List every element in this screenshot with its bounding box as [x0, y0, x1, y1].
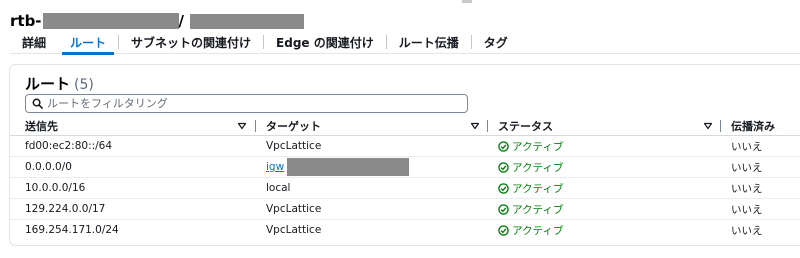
status-cell: アクティブ: [498, 199, 563, 219]
tab-label: 詳細: [22, 35, 47, 50]
status-cell: アクティブ: [498, 157, 563, 177]
redacted-route-table-id: [42, 13, 179, 29]
propagated-cell: いいえ: [731, 224, 763, 237]
propagated-cell: いいえ: [731, 182, 763, 195]
destination-cell: fd00:ec2:80::/64: [25, 140, 113, 152]
page-title: rtb- /: [10, 11, 305, 31]
target-cell: VpcLattice: [266, 224, 322, 236]
status-cell: アクティブ: [498, 136, 563, 156]
status-label: アクティブ: [512, 182, 564, 195]
column-propagated[interactable]: 伝播済み: [731, 117, 775, 135]
title-separator: /: [178, 12, 185, 30]
status-label: アクティブ: [512, 224, 564, 237]
tab-label: ルート伝播: [398, 35, 459, 50]
routes-header: ルート (5): [25, 73, 94, 94]
propagated-cell: いいえ: [731, 140, 763, 153]
tab-label: タグ: [483, 35, 508, 50]
check-circle-icon: [498, 140, 509, 152]
destination-cell: 0.0.0.0/0: [25, 161, 72, 173]
tab-bar: 詳細 ルート サブネットの関連付け Edge の関連付け ルート伝播 タグ: [10, 31, 800, 55]
tab-routes[interactable]: ルート: [58, 31, 118, 55]
column-destination[interactable]: 送信先: [25, 117, 58, 135]
column-header-label: ターゲット: [266, 120, 321, 133]
column-status[interactable]: ステータス: [498, 117, 553, 135]
tab-label: ルート: [70, 35, 107, 50]
search-icon: [32, 98, 43, 109]
internet-gateway-link[interactable]: igw: [266, 161, 284, 173]
tab-label: サブネットの関連付け: [131, 35, 252, 50]
routes-title: ルート: [25, 75, 71, 93]
table-row: fd00:ec2:80::/64 VpcLattice アクティブ いいえ: [10, 136, 800, 157]
column-resizer[interactable]: [487, 120, 488, 132]
table-row: 169.254.171.0/24 VpcLattice アクティブ いいえ: [10, 220, 800, 240]
tab-route-propagation[interactable]: ルート伝播: [387, 31, 471, 53]
route-filter-input[interactable]: [47, 97, 447, 110]
column-target[interactable]: ターゲット: [266, 117, 321, 135]
routes-panel: ルート (5) 送信先 ターゲット ステータス 伝播済み fd00:ec2:80…: [9, 64, 800, 246]
status-label: アクティブ: [512, 140, 564, 153]
column-resizer[interactable]: [255, 120, 256, 132]
destination-cell: 129.224.0.0/17: [25, 203, 106, 215]
status-cell: アクティブ: [498, 178, 563, 198]
table-row: 129.224.0.0/17 VpcLattice アクティブ いいえ: [10, 199, 800, 220]
tab-subnet-associations[interactable]: サブネットの関連付け: [119, 31, 263, 53]
redacted-route-table-name: [190, 13, 305, 29]
sort-down-icon[interactable]: [238, 122, 246, 130]
check-circle-icon: [498, 161, 509, 173]
column-header-label: ステータス: [498, 120, 553, 133]
routes-table-header: 送信先 ターゲット ステータス 伝播済み: [10, 117, 800, 136]
status-label: アクティブ: [512, 161, 564, 174]
column-header-label: 伝播済み: [731, 120, 775, 133]
column-header-label: 送信先: [25, 120, 58, 133]
destination-cell: 10.0.0.0/16: [25, 182, 86, 194]
redacted-gateway-id: [287, 158, 410, 176]
tab-label: Edge の関連付け: [276, 35, 374, 50]
routes-count: (5): [74, 77, 94, 93]
propagated-cell: いいえ: [731, 203, 763, 216]
table-row: 0.0.0.0/0 igw アクティブ いいえ: [10, 157, 800, 178]
target-cell: VpcLattice: [266, 140, 322, 152]
tab-edge-associations[interactable]: Edge の関連付け: [264, 31, 386, 53]
target-cell: VpcLattice: [266, 203, 322, 215]
sort-down-icon[interactable]: [471, 122, 479, 130]
table-row: 10.0.0.0/16 local アクティブ いいえ: [10, 178, 800, 199]
check-circle-icon: [498, 203, 509, 215]
sort-down-icon[interactable]: [704, 122, 712, 130]
tab-tags[interactable]: タグ: [472, 31, 520, 53]
check-circle-icon: [498, 224, 509, 236]
target-cell: local: [266, 182, 291, 194]
route-filter[interactable]: [25, 94, 468, 113]
propagated-cell: いいえ: [731, 161, 763, 174]
route-table-id-prefix: rtb-: [10, 12, 42, 30]
destination-cell: 169.254.171.0/24: [25, 224, 119, 236]
status-label: アクティブ: [512, 203, 564, 216]
tab-details[interactable]: 詳細: [10, 31, 58, 53]
status-cell: アクティブ: [498, 220, 563, 240]
check-circle-icon: [498, 182, 509, 194]
target-cell: igw: [266, 157, 410, 177]
top-edge-mark: [462, 0, 472, 3]
column-resizer[interactable]: [720, 120, 721, 132]
